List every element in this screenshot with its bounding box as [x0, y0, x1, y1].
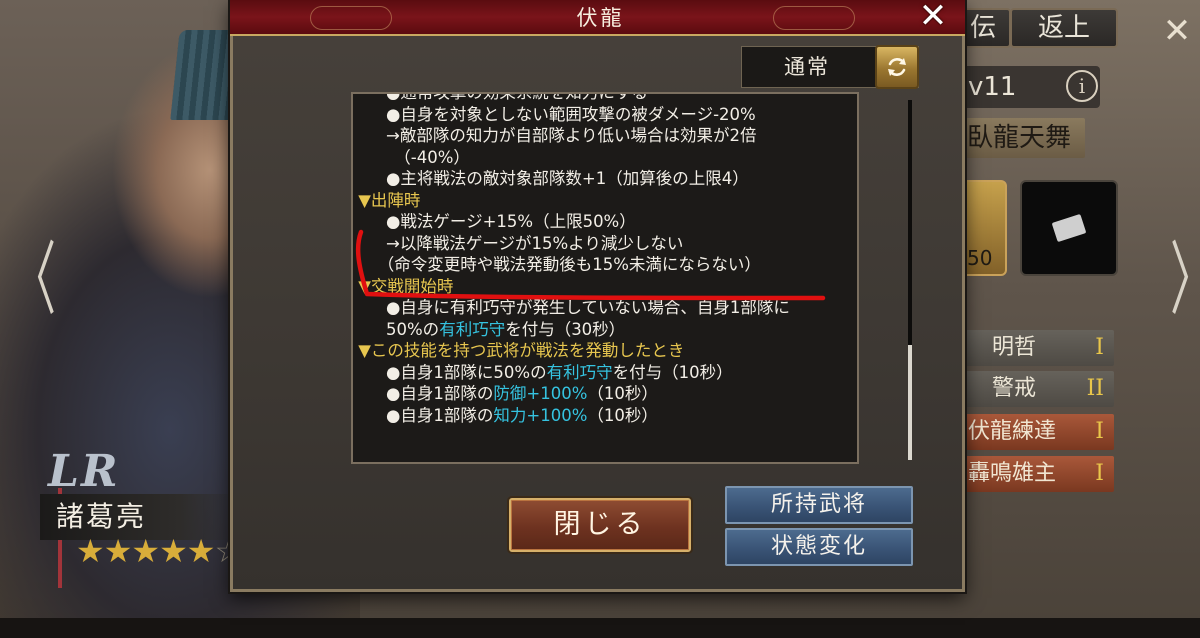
description-line-text: ▼出陣時 [353, 190, 421, 210]
description-line: ●主将戦法の敵対象部隊数+1（加算後の上限4） [353, 168, 857, 190]
bottom-strip [0, 618, 1200, 638]
item-slot-count: 50 [967, 246, 993, 270]
refresh-icon [888, 58, 906, 76]
highlighted-term[interactable]: 有利巧守 [439, 320, 505, 339]
skill-row[interactable]: 警戒 II [962, 371, 1114, 407]
description-line-text: を付与（10秒） [612, 362, 733, 382]
description-line-text: ●自身1部隊に50%の [353, 362, 547, 382]
description-line: ●通常攻撃の効果系統を知力にする [353, 92, 857, 104]
description-line-text: ●自身1部隊の [353, 405, 494, 425]
description-line-text: （-40%） [353, 147, 470, 167]
previous-general-arrow-icon[interactable]: 〈 [12, 240, 56, 320]
description-line-text: ●主将戦法の敵対象部隊数+1（加算後の上限4） [353, 169, 749, 188]
description-line-text: ●自身を対象としない範囲攻撃の被ダメージ-20% [353, 104, 756, 124]
description-line-text: →敵部隊の知力が自部隊より低い場合は効果が2倍 [353, 126, 757, 145]
skill-name: 轟鳴雄主 [968, 461, 1057, 486]
dialog-close-icon[interactable]: ✕ [915, 0, 951, 34]
description-line-text: （10秒） [587, 405, 658, 425]
skill-level: I [1095, 461, 1104, 486]
skill-detail-dialog: 伏龍 ✕ 通常 ●通常攻撃の効果系統を知力にする ●自身を対象としない範囲攻撃の… [230, 0, 965, 592]
highlighted-term[interactable]: 有利巧守 [547, 363, 613, 382]
description-line-text: 50%の [353, 319, 440, 339]
description-line: ●自身1部隊の防御+100%（10秒） [353, 383, 857, 405]
next-general-arrow-icon[interactable]: 〉 [1170, 240, 1200, 320]
mode-toggle-button[interactable] [875, 45, 919, 89]
skill-level: I [1095, 335, 1104, 360]
description-line: ●自身1部隊に50%の有利巧守を付与（10秒） [353, 362, 857, 384]
description-line: （-40%） [353, 147, 857, 169]
description-line-text: （10秒） [587, 384, 658, 403]
rarity-badge: LR [48, 446, 120, 497]
skill-name: 警戒 [992, 376, 1037, 401]
description-line: →敵部隊の知力が自部隊より低い場合は効果が2倍 [353, 125, 857, 147]
description-line-text: ▼この技能を持つ武将が戦法を発動したとき [353, 341, 685, 360]
red-underline-annotation [355, 229, 826, 301]
screen-close-icon[interactable]: ✕ [1160, 14, 1194, 48]
mode-label: 通常 [784, 55, 830, 79]
skill-name: 伏龍練達 [968, 419, 1057, 444]
description-section-heading: ▼出陣時 [353, 190, 857, 212]
skill-row[interactable]: 轟鳴雄主 I [962, 456, 1114, 492]
skill-row[interactable]: 明哲 I [962, 330, 1114, 366]
skill-name: 明哲 [992, 335, 1037, 360]
info-icon[interactable]: i [1066, 70, 1098, 102]
description-section-heading: ▼この技能を持つ武将が戦法を発動したとき [353, 340, 857, 362]
filled-stars: ★★★★★ [76, 532, 215, 570]
state-change-button[interactable]: 状態変化 [725, 528, 913, 566]
description-line-text: ●通常攻撃の効果系統を知力にする [353, 92, 649, 102]
tab-return[interactable]: 返上 [1010, 8, 1118, 48]
owned-generals-button[interactable]: 所持武将 [725, 486, 913, 524]
description-line-text: ●自身1部隊の [353, 384, 494, 403]
description-scrollbar[interactable] [908, 100, 912, 460]
scroll-icon [1051, 213, 1087, 243]
equipment-slot[interactable] [1020, 180, 1118, 276]
scrollbar-thumb[interactable] [908, 345, 912, 460]
skill-row[interactable]: 伏龍練達 I [962, 414, 1114, 450]
description-line: ●自身1部隊の知力+100%（10秒） [353, 405, 857, 427]
close-button[interactable]: 閉じる [509, 498, 691, 552]
description-line: 50%の有利巧守を付与（30秒） [353, 319, 857, 341]
highlighted-term[interactable]: 防御+100% [493, 384, 587, 403]
highlighted-term[interactable]: 知力+100% [493, 406, 587, 425]
dialog-title: 伏龍 [576, 6, 625, 30]
description-line-text: を付与（30秒） [505, 319, 626, 339]
skill-level: I [1095, 419, 1104, 444]
unique-skill-name[interactable]: 臥龍天舞 [960, 118, 1085, 158]
description-line: ●自身を対象としない範囲攻撃の被ダメージ-20% [353, 104, 857, 126]
skill-level: II [1086, 376, 1104, 401]
